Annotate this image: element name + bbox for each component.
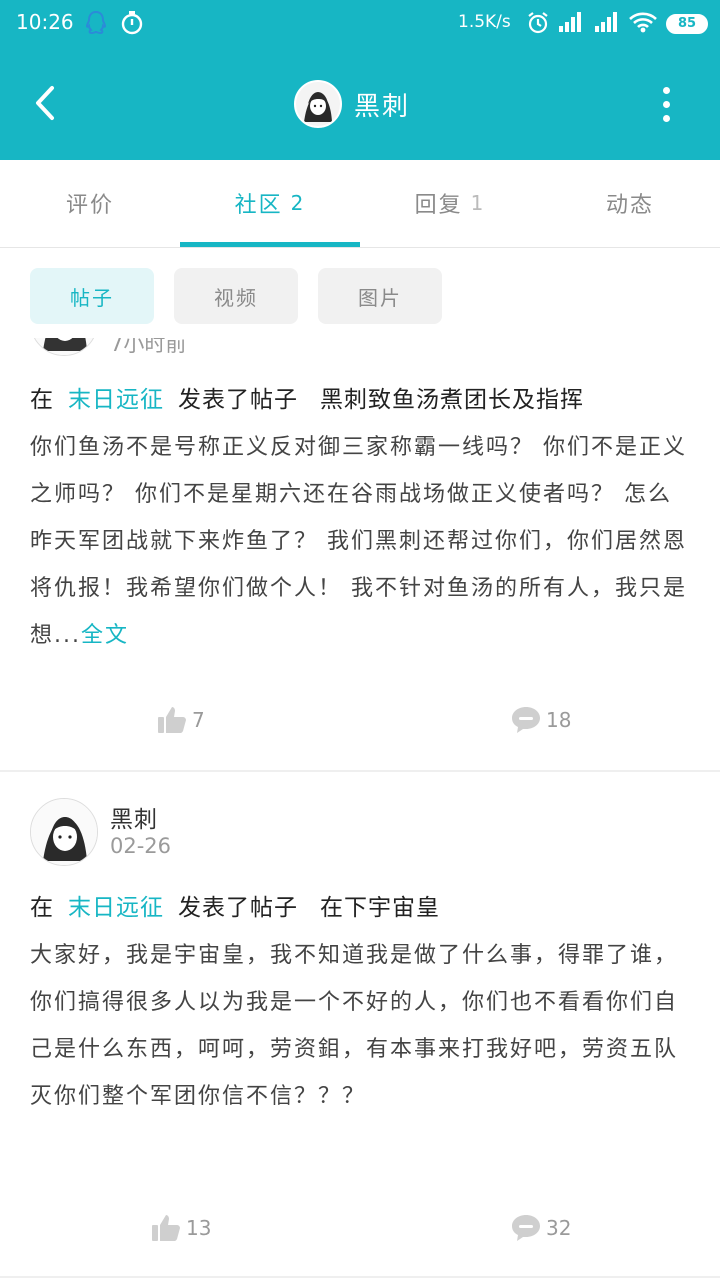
tab-bar: 评价 社区 2 回复 1 动态 [0,160,720,248]
post-body-text: 你们鱼汤不是号称正义反对御三家称霸一线吗？ 你们不是正义之师吗？ 你们不是星期六… [30,435,687,648]
stopwatch-icon [120,10,146,36]
tab-community[interactable]: 社区 2 [180,160,360,246]
comment-icon [512,707,540,733]
post-body-text: 大家好，我是宇宙皇，我不知道我是做了什么事，得罪了谁，你们搞得很多人以为我是一个… [30,943,679,1109]
read-more-link[interactable]: 全文 [81,623,129,648]
avatar[interactable] [30,798,98,866]
battery-icon: 85 [666,14,708,34]
post-date: 02-26 [110,834,172,858]
community-link[interactable]: 末日远征 [68,387,164,413]
qq-icon [84,10,110,36]
headline-action: 发表了帖子 [178,895,298,921]
comment-button[interactable]: 18 [510,704,571,736]
active-tab-indicator [180,242,360,247]
signal-icon [558,11,584,37]
tab-reviews[interactable]: 评价 [0,160,180,246]
tab-count: 1 [470,191,486,215]
thumbs-up-icon [152,1215,180,1241]
more-dot [662,100,670,108]
more-vertical-icon [662,86,670,94]
post-card[interactable]: 黑刺 02-26 在末日远征 发表了帖子 在下宇宙皇 大家好，我是宇宙皇，我不知道我… [0,772,720,1280]
like-button[interactable]: 13 [150,1212,211,1244]
network-speed: 1.5K/s [458,12,511,32]
status-bar: 10:26 1.5K/s 85 [0,0,720,48]
avatar[interactable] [294,80,342,128]
more-dot [662,114,670,122]
headline-prefix: 在 [30,387,54,413]
alarm-icon [527,11,549,39]
chevron-left-icon [36,86,54,120]
post-body[interactable]: 你们鱼汤不是号称正义反对御三家称霸一线吗？ 你们不是正义之师吗？ 你们不是星期六… [30,424,692,659]
filter-videos[interactable]: 视频 [174,268,298,324]
tab-label: 评价 [65,193,114,218]
header-title-group: 黑刺 [294,80,410,128]
community-link[interactable]: 末日远征 [68,895,164,921]
comment-button[interactable]: 32 [510,1212,571,1244]
like-count: 7 [192,708,205,732]
app-bar: 10:26 1.5K/s 85 黑刺 [0,0,720,160]
tab-replies[interactable]: 回复 1 [360,160,540,246]
toolbar: 黑刺 [0,60,720,150]
tab-label: 社区 [234,193,283,218]
headline-action: 发表了帖子 [178,387,298,413]
post-body[interactable]: 大家好，我是宇宙皇，我不知道我是做了什么事，得罪了谁，你们搞得很多人以为我是一个… [30,932,692,1120]
post-title[interactable]: 在下宇宙皇 [320,895,440,921]
filter-images[interactable]: 图片 [318,268,442,324]
comment-count: 32 [546,1216,572,1240]
filter-label: 图片 [358,285,402,310]
comment-icon [512,1215,540,1241]
status-time: 10:26 [16,10,74,34]
headline-prefix: 在 [30,895,54,921]
like-button[interactable]: 7 [156,704,205,736]
filter-bar: 帖子 视频 图片 [0,248,720,338]
page-title: 黑刺 [354,91,411,122]
filter-label: 视频 [214,285,258,310]
post-title[interactable]: 黑刺致鱼汤煮团长及指挥 [320,387,584,413]
filter-label: 帖子 [70,285,114,310]
post-headline: 在末日远征 发表了帖子 黑刺致鱼汤煮团长及指挥 [30,380,584,414]
like-count: 13 [186,1216,212,1240]
tab-label: 动态 [605,193,654,218]
more-options-button[interactable] [650,80,682,128]
post-author[interactable]: 黑刺 [110,800,158,834]
post-headline: 在末日远征 发表了帖子 在下宇宙皇 [30,888,440,922]
thumbs-up-icon [158,707,186,733]
post-feed[interactable]: 7小时前 在末日远征 发表了帖子 黑刺致鱼汤煮团长及指挥 你们鱼汤不是号称正义反对御… [0,248,720,1280]
divider [0,1276,720,1278]
tab-label: 回复 [414,193,463,218]
tab-count: 2 [290,191,306,215]
signal-icon [594,11,620,37]
comment-count: 18 [546,708,572,732]
back-button[interactable] [22,80,68,126]
tab-activity[interactable]: 动态 [540,160,720,246]
wifi-icon [628,11,658,37]
filter-posts[interactable]: 帖子 [30,268,154,324]
